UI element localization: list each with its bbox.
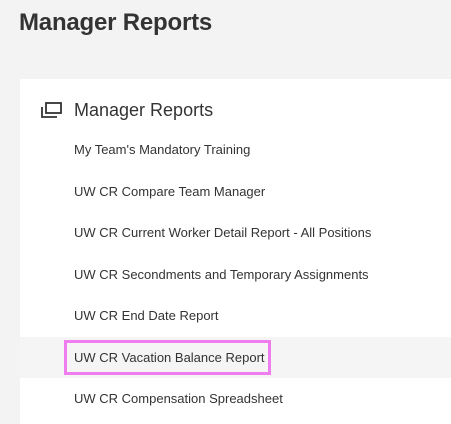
report-item-label: UW CR Current Worker Detail Report - All… [74,225,372,241]
page-title: Manager Reports [19,9,213,36]
report-item-label: UW CR Compare Team Manager [74,183,266,199]
report-list: My Team's Mandatory Training UW CR Compa… [20,129,451,420]
manager-reports-card: Manager Reports My Team's Mandatory Trai… [20,79,451,424]
report-group-icon [41,101,62,119]
report-item-mandatory-training[interactable]: My Team's Mandatory Training [20,129,451,171]
report-item-current-worker-detail[interactable]: UW CR Current Worker Detail Report - All… [20,212,451,254]
card-header: Manager Reports [41,99,213,121]
report-item-label: UW CR Secondments and Temporary Assignme… [74,266,369,282]
report-item-label: UW CR Vacation Balance Report [74,349,265,365]
report-item-label: UW CR End Date Report [74,308,219,324]
report-item-end-date[interactable]: UW CR End Date Report [20,295,451,337]
report-item-compensation-spreadsheet[interactable]: UW CR Compensation Spreadsheet [20,378,451,420]
report-item-vacation-balance[interactable]: UW CR Vacation Balance Report [20,336,451,378]
card-title: Manager Reports [74,99,214,120]
report-item-label: My Team's Mandatory Training [74,142,251,158]
report-item-compare-team-manager[interactable]: UW CR Compare Team Manager [20,171,451,213]
report-item-label: UW CR Compensation Spreadsheet [74,391,283,407]
report-item-secondments[interactable]: UW CR Secondments and Temporary Assignme… [20,254,451,296]
